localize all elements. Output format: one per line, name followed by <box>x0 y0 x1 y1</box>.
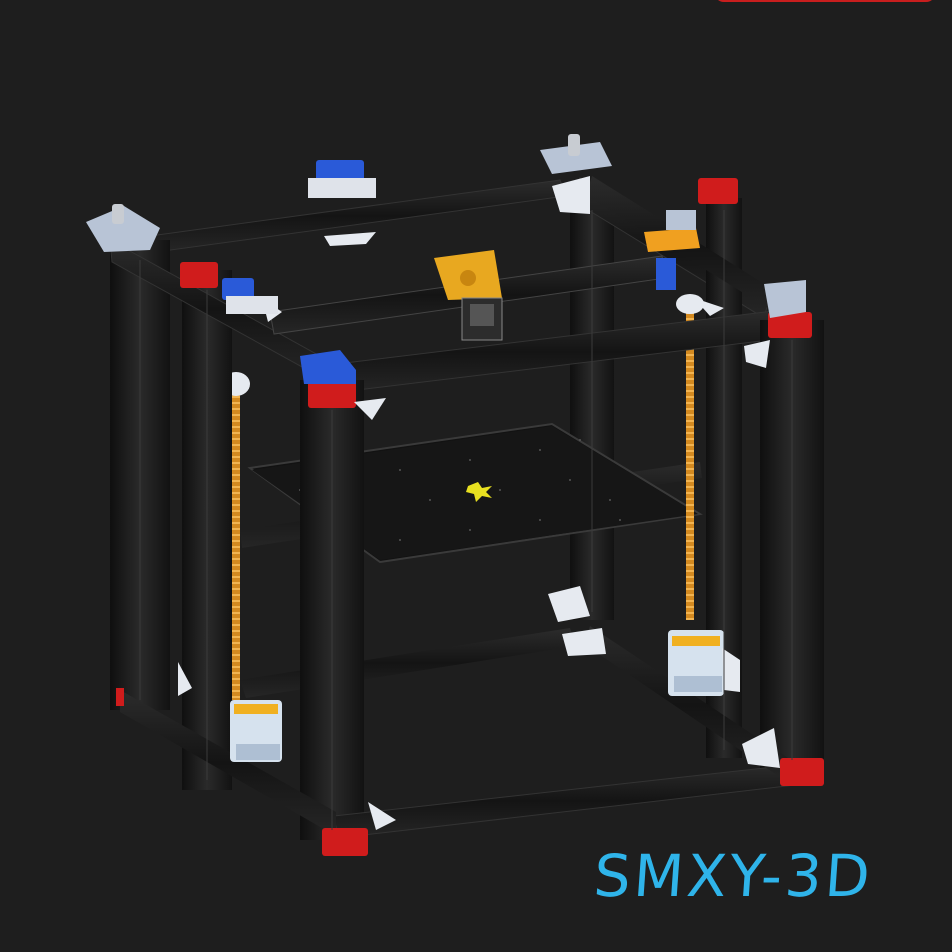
printer-render <box>86 134 824 856</box>
watermark-text: SMXY-3D <box>591 842 876 910</box>
stepper-motor-left <box>230 700 282 762</box>
lead-screw-left <box>232 380 240 700</box>
